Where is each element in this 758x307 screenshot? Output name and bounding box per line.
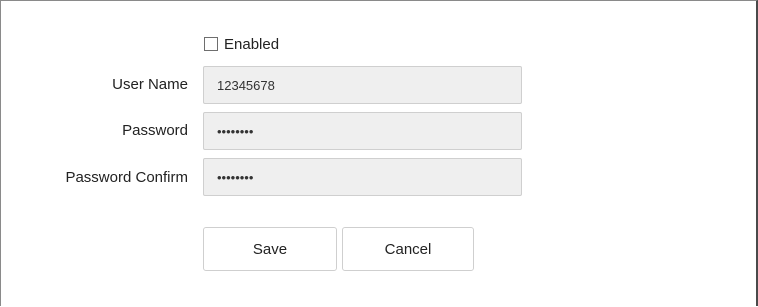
username-label: User Name — [112, 76, 188, 93]
password-confirm-label: Password Confirm — [65, 169, 188, 186]
settings-panel: Enabled User Name Password Password Conf… — [0, 0, 758, 306]
password-label: Password — [122, 122, 188, 139]
enabled-label: Enabled — [224, 35, 280, 53]
username-input[interactable] — [203, 66, 522, 104]
password-confirm-input[interactable] — [203, 158, 522, 196]
enabled-checkbox-row[interactable]: Enabled — [204, 35, 279, 53]
cancel-button[interactable]: Cancel — [342, 227, 474, 271]
enabled-checkbox[interactable] — [204, 37, 218, 51]
password-input[interactable] — [203, 112, 522, 150]
save-button[interactable]: Save — [203, 227, 337, 271]
